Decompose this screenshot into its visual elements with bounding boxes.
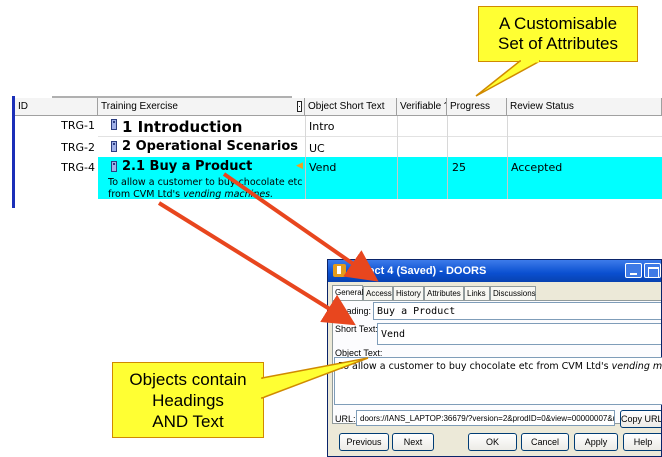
annotation-overlay <box>157 59 541 400</box>
objects-callout-pointer <box>261 357 369 400</box>
text-arrow <box>157 201 356 326</box>
attributes-callout-pointer <box>475 60 541 97</box>
heading-arrow <box>222 172 379 282</box>
